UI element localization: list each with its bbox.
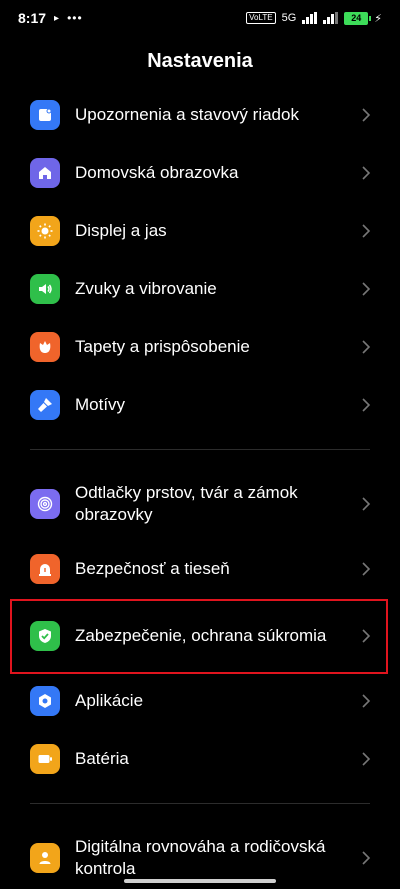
settings-item-label: Domovská obrazovka <box>75 163 239 182</box>
settings-item-label: Zvuky a vibrovanie <box>75 279 217 298</box>
settings-item-themes[interactable]: Motívy <box>0 386 400 424</box>
apps-icon <box>30 686 60 716</box>
settings-item-label: Aplikácie <box>75 691 144 710</box>
chevron-right-icon <box>360 497 372 511</box>
settings-item-battery[interactable]: Batéria <box>0 740 400 778</box>
settings-item-label: Upozornenia a stavový riadok <box>75 105 299 124</box>
battery-icon <box>30 744 60 774</box>
alarm-icon <box>30 554 60 584</box>
fingerprint-icon <box>30 489 60 519</box>
settings-item-label: Digitálna rovnováha a rodičovská kontrol… <box>75 837 326 878</box>
sun-icon <box>30 216 60 246</box>
chevron-right-icon <box>360 166 372 180</box>
section-divider <box>30 449 370 450</box>
volte-icon: VoLTE <box>246 12 276 24</box>
chevron-right-icon <box>360 282 372 296</box>
settings-item-label: Bezpečnosť a tieseň <box>75 559 230 578</box>
settings-item-sounds[interactable]: Zvuky a vibrovanie <box>0 270 400 308</box>
battery-indicator: 24 <box>344 11 372 25</box>
speaker-icon <box>30 274 60 304</box>
chevron-right-icon <box>360 340 372 354</box>
clock: 8:17 <box>18 10 47 26</box>
notification-icon <box>30 100 60 130</box>
settings-item-apps[interactable]: Aplikácie <box>0 682 400 720</box>
chevron-right-icon <box>360 562 372 576</box>
home-icon <box>30 158 60 188</box>
status-bar: 8:17 ▸ ••• VoLTE 5G 24 ⚡ <box>0 0 400 36</box>
flower-icon <box>30 332 60 362</box>
settings-item-label: Motívy <box>75 395 126 414</box>
chevron-right-icon <box>360 398 372 412</box>
settings-item-label: Tapety a prispôsobenie <box>75 337 250 356</box>
settings-item-display[interactable]: Displej a jas <box>0 212 400 250</box>
charging-icon: ⚡ <box>374 12 382 25</box>
signal-2-icon <box>323 12 339 24</box>
highlight-box <box>10 599 388 674</box>
settings-item-fingerprints[interactable]: Odtlačky prstov, tvár a zámok obrazovky <box>0 482 400 526</box>
signal-icon <box>302 12 318 24</box>
more-notifications-icon: ••• <box>67 11 83 25</box>
settings-item-digital-wellbeing[interactable]: Digitálna rovnováha a rodičovská kontrol… <box>0 836 400 880</box>
section-divider <box>30 803 370 804</box>
person-icon <box>30 843 60 873</box>
page-title: Nastavenia <box>147 50 253 72</box>
settings-item-label: Displej a jas <box>75 221 167 240</box>
settings-item-home-screen[interactable]: Domovská obrazovka <box>0 154 400 192</box>
settings-item-label: Odtlačky prstov, tvár a zámok obrazovky <box>75 483 298 524</box>
home-gesture-bar[interactable] <box>124 879 276 883</box>
settings-item-wallpapers[interactable]: Tapety a prispôsobenie <box>0 328 400 366</box>
play-icon: ▸ <box>54 12 60 24</box>
chevron-right-icon <box>360 108 372 122</box>
settings-item-notifications[interactable]: Upozornenia a stavový riadok <box>0 96 400 134</box>
chevron-right-icon <box>360 752 372 766</box>
chevron-right-icon <box>360 224 372 238</box>
network-type: 5G <box>281 12 297 24</box>
chevron-right-icon <box>360 694 372 708</box>
settings-item-label: Batéria <box>75 749 129 768</box>
brush-icon <box>30 390 60 420</box>
chevron-right-icon <box>360 851 372 865</box>
settings-item-safety[interactable]: Bezpečnosť a tieseň <box>0 550 400 588</box>
